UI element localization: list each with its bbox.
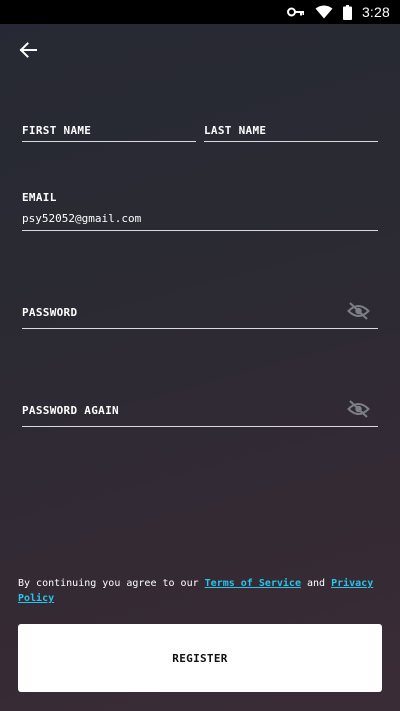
status-bar: 3:28 [0,0,400,24]
eye-off-icon [346,302,370,324]
first-name-field[interactable]: FIRST NAME [22,120,196,142]
back-button[interactable] [14,38,42,66]
email-input[interactable]: psy52052@gmail.com [22,212,141,225]
arrow-left-icon [19,41,37,63]
last-name-field[interactable]: LAST NAME [204,120,378,142]
password-label: PASSWORD [22,306,78,319]
last-name-label: LAST NAME [204,124,267,137]
email-label: EMAIL [22,191,57,204]
password-again-label: PASSWORD AGAIN [22,404,119,417]
password-again-field[interactable]: PASSWORD AGAIN [22,398,378,427]
terms-prefix: By continuing you agree to our [18,578,205,589]
first-name-label: FIRST NAME [22,124,92,137]
battery-icon [342,4,352,20]
register-button[interactable]: REGISTER [18,624,382,692]
toggle-password-visibility-button[interactable] [346,302,370,324]
toggle-password-again-visibility-button[interactable] [346,400,370,422]
eye-off-icon [346,400,370,422]
terms-text: By continuing you agree to our Terms of … [18,576,382,606]
password-field[interactable]: PASSWORD [22,300,378,329]
key-icon [286,6,305,18]
wifi-icon [315,5,333,19]
terms-of-service-link[interactable]: Terms of Service [205,578,301,589]
register-screen: 3:28 FIRST NAME LAST NAME EMAIL psy52052… [0,0,400,711]
email-field[interactable]: EMAIL psy52052@gmail.com [22,188,378,231]
terms-conjunction: and [300,578,332,589]
status-time: 3:28 [361,4,390,20]
